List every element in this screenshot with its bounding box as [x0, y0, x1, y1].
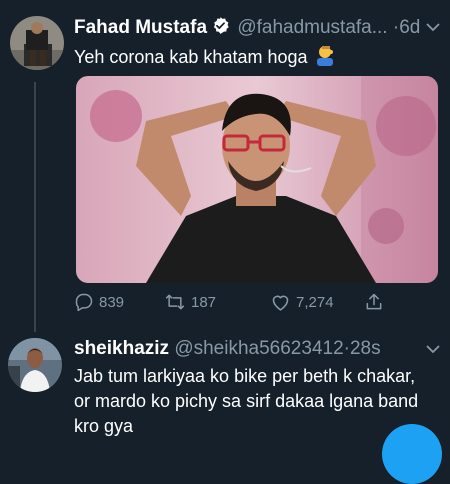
tweet1-handle[interactable]: @fahadmustafa...: [237, 17, 387, 38]
tweet2-text-line: or mardo ko pichy sa sirf dakaa lgana ba…: [74, 391, 419, 411]
tweet2-text-line: Jab tum larkiyaa ko bike per beth k chak…: [74, 366, 416, 386]
tweet1-header: Fahad Mustafa @fahadmustafa... ·6d: [74, 16, 420, 41]
tweet2-text-line: kro gya: [74, 416, 134, 436]
tweet2-header: sheikhaziz @sheikha56623412·28s: [74, 338, 381, 360]
thread-line: [34, 82, 36, 332]
tweet1-chevron-down-icon[interactable]: [425, 20, 441, 38]
tweet1-timestamp[interactable]: 6d: [399, 17, 420, 38]
like-count: 7,274: [296, 293, 334, 311]
heart-icon: [270, 292, 291, 312]
reply-icon: [74, 292, 94, 312]
sheikhaziz-avatar[interactable]: [8, 338, 62, 392]
tweet2-chevron-down-icon[interactable]: [425, 342, 441, 360]
retweet-count: 187: [191, 293, 217, 311]
retweet-button[interactable]: 187: [164, 292, 216, 312]
tweet2-handle[interactable]: @sheikha56623412: [174, 338, 343, 359]
fahad-mustafa-avatar[interactable]: [10, 16, 64, 70]
verified-badge-icon: [211, 16, 230, 41]
retweet-icon: [164, 292, 186, 312]
compose-tweet-button[interactable]: [382, 424, 442, 484]
tweet1-author-name[interactable]: Fahad Mustafa: [74, 17, 207, 38]
reply-button[interactable]: 839: [74, 292, 124, 312]
tweet2-author-name[interactable]: sheikhaziz: [74, 338, 169, 359]
tweet2-text: Jab tum larkiyaa ko bike per beth k chak…: [74, 364, 418, 439]
man-facepalming-icon: [314, 44, 336, 73]
share-icon: [364, 292, 384, 312]
tweet1-media-image[interactable]: [76, 76, 438, 283]
tweet1-text-content: Yeh corona kab khatam hoga: [74, 47, 308, 67]
reply-count: 839: [99, 293, 125, 311]
tweet2-timestamp[interactable]: 28s: [350, 338, 381, 359]
tweet1-actions-bar: 839 187 7,274: [74, 292, 414, 316]
like-button[interactable]: 7,274: [270, 292, 334, 312]
tweet1-text: Yeh corona kab khatam hoga: [74, 44, 336, 73]
share-button[interactable]: [364, 292, 384, 312]
